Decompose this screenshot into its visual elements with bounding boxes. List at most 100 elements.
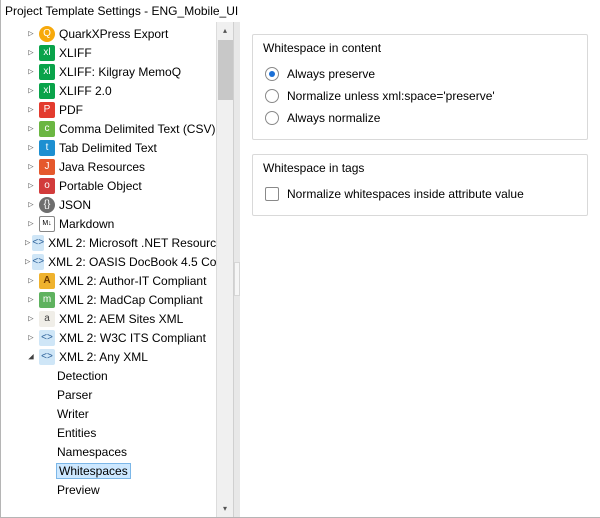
tree-twisty-none [43, 389, 55, 401]
filetype-icon: <> [32, 254, 44, 270]
filetype-icon: Q [39, 26, 55, 42]
tree-twisty-none [43, 446, 55, 458]
tree-item[interactable]: ▷AXML 2: Author-IT Compliant [1, 271, 216, 290]
tree-subitem[interactable]: Detection [1, 366, 216, 385]
filetype-icon: t [39, 140, 55, 156]
tree-item[interactable]: ▷QQuarkXPress Export [1, 24, 216, 43]
tree-item-label: XML 2: W3C ITS Compliant [59, 331, 206, 345]
tree-item-label: XLIFF 2.0 [59, 84, 112, 98]
settings-content: Whitespace in content Always preserve No… [240, 22, 600, 517]
tree-twisty-none [43, 370, 55, 382]
tree-twisty-icon[interactable]: ▷ [25, 313, 37, 325]
tree-item[interactable]: ▷M↓Markdown [1, 214, 216, 233]
tree-twisty-none [43, 465, 55, 477]
filetype-icon: xl [39, 64, 55, 80]
tree-subitem[interactable]: Preview [1, 480, 216, 499]
tree-subitem[interactable]: Parser [1, 385, 216, 404]
tree-item-label: Markdown [59, 217, 114, 231]
tree-item[interactable]: ▷PPDF [1, 100, 216, 119]
checkbox-icon [265, 187, 279, 201]
filetype-icon: m [39, 292, 55, 308]
tree-item[interactable]: ▷tTab Delimited Text [1, 138, 216, 157]
tree-item-label: Entities [57, 426, 96, 440]
checkbox-label: Normalize whitespaces inside attribute v… [287, 187, 524, 201]
tree-pane: ▷QQuarkXPress Export▷xlXLIFF▷xlXLIFF: Ki… [1, 22, 234, 517]
tree-twisty-icon[interactable]: ▷ [25, 332, 37, 344]
radio-icon [265, 67, 279, 81]
filetype-icon: xl [39, 83, 55, 99]
tree-twisty-icon[interactable]: ▷ [25, 237, 30, 249]
tree-item[interactable]: ▷{}JSON [1, 195, 216, 214]
filetype-icon: c [39, 121, 55, 137]
tree-twisty-icon[interactable]: ▷ [25, 142, 37, 154]
tree-item[interactable]: ▷xlXLIFF [1, 43, 216, 62]
tree-twisty-icon[interactable]: ▷ [25, 180, 37, 192]
tree-twisty-icon[interactable]: ▷ [25, 28, 37, 40]
tree-item[interactable]: ▷J Java Resources [1, 157, 216, 176]
tree-item[interactable]: ▷cComma Delimited Text (CSV) [1, 119, 216, 138]
tree-subitem[interactable]: Whitespaces [1, 461, 216, 480]
tree-twisty-icon[interactable]: ▷ [25, 161, 37, 173]
tree-item-label: XML 2: Any XML [59, 350, 148, 364]
radio-normalize-unless[interactable]: Normalize unless xml:space='preserve' [265, 85, 575, 107]
tree-item-label: Whitespaces [57, 464, 130, 478]
tree-subitem[interactable]: Entities [1, 423, 216, 442]
tree-item-label: XML 2: AEM Sites XML [59, 312, 183, 326]
radio-label: Always preserve [287, 67, 375, 81]
group-title: Whitespace in tags [263, 161, 364, 175]
dialog-window: Project Template Settings - ENG_Mobile_U… [0, 0, 600, 518]
radio-always-normalize[interactable]: Always normalize [265, 107, 575, 129]
settings-tree[interactable]: ▷QQuarkXPress Export▷xlXLIFF▷xlXLIFF: Ki… [1, 22, 216, 517]
vertical-scrollbar[interactable]: ▴ ▾ [216, 22, 233, 517]
tree-item-label: Namespaces [57, 445, 127, 459]
tree-twisty-icon[interactable]: ▷ [25, 66, 37, 78]
tree-item[interactable]: ▷<>XML 2: Microsoft .NET Resourc [1, 233, 216, 252]
tree-twisty-icon[interactable]: ▷ [25, 123, 37, 135]
tree-item[interactable]: ▷a XML 2: AEM Sites XML [1, 309, 216, 328]
tree-item[interactable]: ▷oPortable Object [1, 176, 216, 195]
checkbox-normalize-attr[interactable]: Normalize whitespaces inside attribute v… [265, 183, 575, 205]
tree-item[interactable]: ◢<> XML 2: Any XML [1, 347, 216, 366]
tree-subitem[interactable]: Namespaces [1, 442, 216, 461]
filetype-icon: <> [39, 349, 55, 365]
filetype-icon: a [39, 311, 55, 327]
tree-item[interactable]: ▷mXML 2: MadCap Compliant [1, 290, 216, 309]
tree-twisty-none [43, 408, 55, 420]
tree-item-label: Java Resources [59, 160, 145, 174]
tree-item[interactable]: ▷<> XML 2: OASIS DocBook 4.5 Co [1, 252, 216, 271]
scroll-down-button[interactable]: ▾ [217, 500, 234, 517]
tree-twisty-icon[interactable]: ▷ [25, 85, 37, 97]
scroll-up-button[interactable]: ▴ [217, 22, 234, 39]
tree-item[interactable]: ▷<> XML 2: W3C ITS Compliant [1, 328, 216, 347]
filetype-icon: P [39, 102, 55, 118]
tree-item-label: XML 2: OASIS DocBook 4.5 Co [48, 255, 216, 269]
tree-item-label: XLIFF: Kilgray MemoQ [59, 65, 181, 79]
tree-twisty-icon[interactable]: ▷ [25, 256, 30, 268]
filetype-icon: o [39, 178, 55, 194]
tree-item-label: Writer [57, 407, 89, 421]
tree-item[interactable]: ▷xl XLIFF: Kilgray MemoQ [1, 62, 216, 81]
filetype-icon: <> [39, 330, 55, 346]
tree-subitem[interactable]: Writer [1, 404, 216, 423]
radio-label: Normalize unless xml:space='preserve' [287, 89, 495, 103]
tree-twisty-icon[interactable]: ▷ [25, 47, 37, 59]
radio-icon [265, 111, 279, 125]
scroll-thumb[interactable] [218, 40, 233, 100]
tree-twisty-icon[interactable]: ▷ [25, 275, 37, 287]
tree-twisty-icon[interactable]: ▷ [25, 199, 37, 211]
tree-twisty-icon[interactable]: ▷ [25, 218, 37, 230]
radio-always-preserve[interactable]: Always preserve [265, 63, 575, 85]
filetype-icon: J [39, 159, 55, 175]
radio-icon [265, 89, 279, 103]
dialog-body: ▷QQuarkXPress Export▷xlXLIFF▷xlXLIFF: Ki… [1, 22, 600, 517]
radio-label: Always normalize [287, 111, 380, 125]
tree-twisty-none [43, 427, 55, 439]
tree-twisty-icon[interactable]: ▷ [25, 104, 37, 116]
tree-twisty-icon[interactable]: ▷ [25, 294, 37, 306]
tree-item[interactable]: ▷xl XLIFF 2.0 [1, 81, 216, 100]
tree-twisty-icon[interactable]: ◢ [25, 351, 37, 363]
filetype-icon: xl [39, 45, 55, 61]
tree-item-label: Parser [57, 388, 92, 402]
filetype-icon: <> [32, 235, 44, 251]
filetype-icon: A [39, 273, 55, 289]
